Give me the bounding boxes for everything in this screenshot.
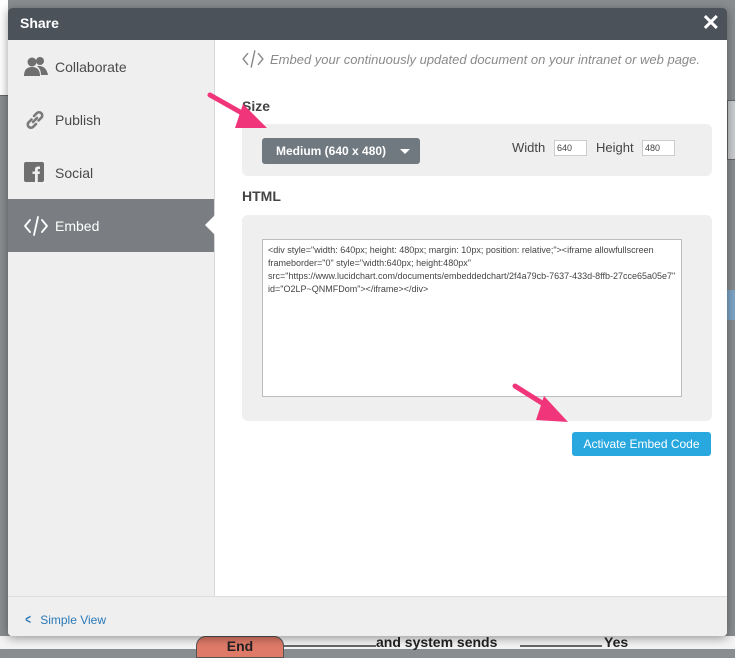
embed-panel: Embed your continuously updated document…: [215, 40, 727, 596]
code-icon: [242, 50, 264, 71]
sidebar-item-label: Embed: [55, 218, 100, 234]
background-diagram-fragment-shape: [727, 290, 735, 320]
sidebar-item-label: Publish: [55, 112, 101, 128]
width-label: Width: [512, 140, 546, 155]
embed-code-textarea[interactable]: <div style="width: 640px; height: 480px;…: [262, 239, 682, 397]
background-diagram-fragment-left: [0, 0, 8, 96]
dialog-title: Share: [20, 15, 59, 31]
annotation-arrow-icon: [512, 383, 568, 422]
background-end-shape: End: [196, 636, 284, 658]
link-icon: [24, 109, 46, 131]
sidebar-item-publish[interactable]: Publish: [8, 93, 214, 146]
sidebar-item-embed[interactable]: Embed: [8, 199, 215, 252]
sidebar-item-label: Collaborate: [55, 59, 127, 75]
people-icon: [24, 56, 48, 78]
code-icon: [24, 215, 48, 237]
size-dropdown[interactable]: Medium (640 x 480): [262, 138, 420, 164]
sidebar-item-collaborate[interactable]: Collaborate: [8, 40, 214, 93]
html-panel: <div style="width: 640px; height: 480px;…: [242, 215, 712, 421]
simple-view-label: Simple View: [40, 613, 106, 627]
height-label: Height: [596, 140, 634, 155]
background-process-label: and system sends: [376, 634, 498, 650]
chevron-down-icon: [400, 149, 410, 154]
dialog-header: Share ✕: [8, 8, 727, 40]
width-input[interactable]: [554, 140, 587, 156]
chevron-left-icon: <: [25, 611, 31, 627]
sidebar-item-social[interactable]: Social: [8, 146, 214, 199]
embed-description: Embed your continuously updated document…: [242, 50, 700, 71]
annotation-arrow-icon: [207, 92, 267, 128]
share-sidebar: Collaborate Publish Social Embed: [8, 40, 215, 596]
html-section-label: HTML: [242, 188, 281, 204]
size-dropdown-value: Medium (640 x 480): [276, 144, 387, 158]
simple-view-link[interactable]: < Simple View: [24, 611, 106, 627]
activate-embed-code-button[interactable]: Activate Embed Code: [572, 432, 711, 456]
background-connector: [282, 645, 376, 647]
share-dialog: Share ✕ Collaborate Publish Social Embed…: [8, 8, 727, 636]
size-panel: Medium (640 x 480) Width Height: [242, 124, 712, 176]
close-icon[interactable]: ✕: [702, 11, 720, 35]
embed-description-text: Embed your continuously updated document…: [270, 51, 700, 67]
background-connector: [520, 645, 602, 647]
height-input[interactable]: [642, 140, 675, 156]
facebook-icon: [24, 162, 46, 184]
dialog-footer: < Simple View: [8, 596, 727, 636]
background-diagram-fragment-right: [727, 100, 735, 160]
background-yes-label: Yes: [604, 634, 629, 650]
sidebar-item-label: Social: [55, 165, 94, 181]
